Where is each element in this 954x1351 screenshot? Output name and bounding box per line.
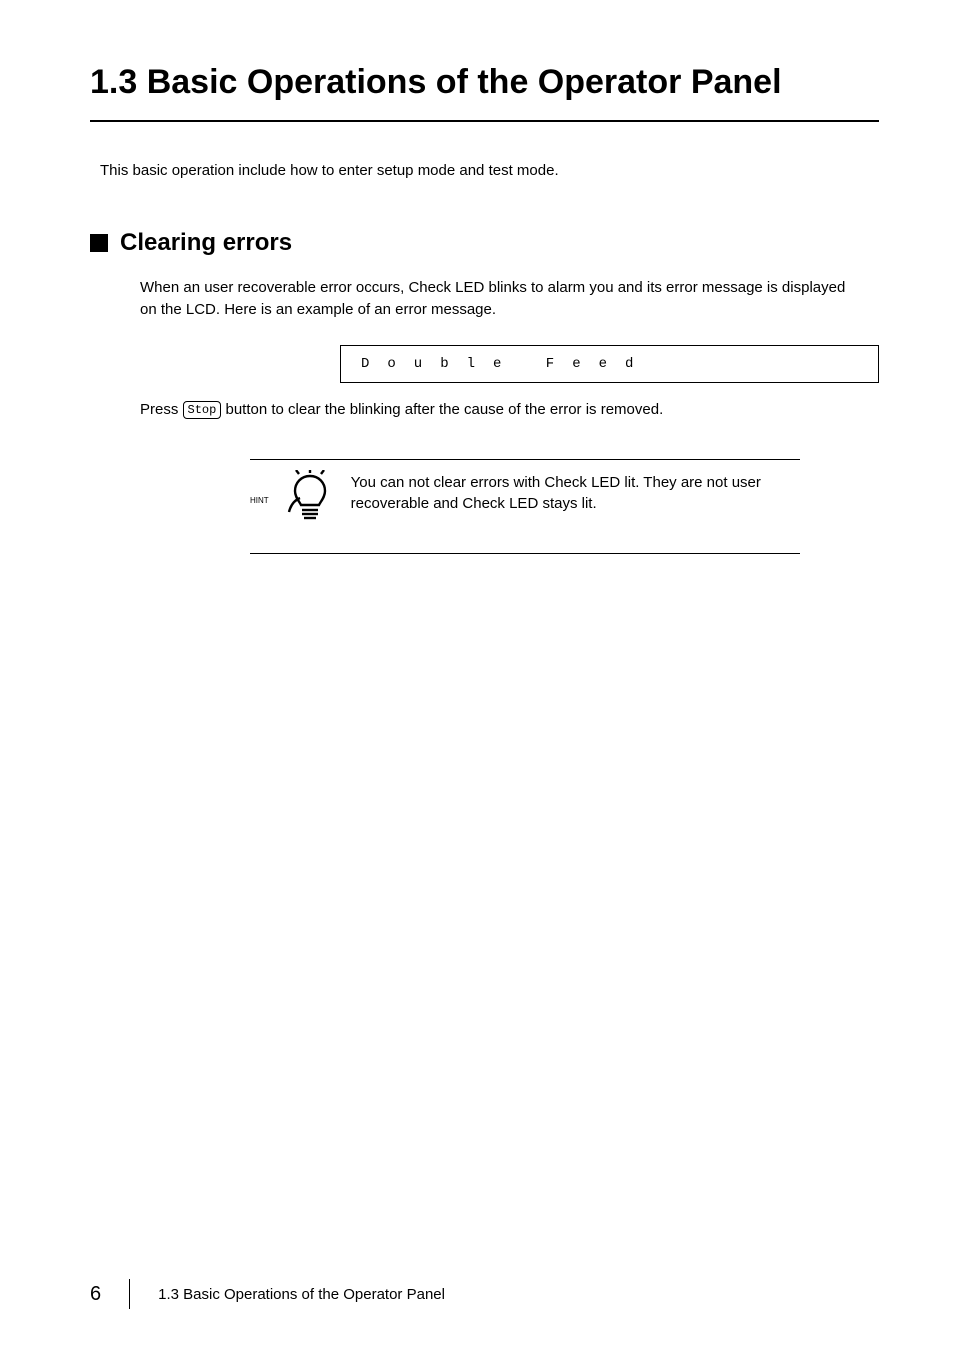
section-bullet-icon bbox=[90, 234, 108, 252]
stop-button-label: Stop bbox=[183, 401, 222, 419]
page-title: 1.3 Basic Operations of the Operator Pan… bbox=[90, 60, 879, 104]
section-heading: Clearing errors bbox=[120, 229, 292, 257]
hint-label: HINT bbox=[250, 496, 269, 505]
lcd-display: Double Feed bbox=[340, 345, 879, 383]
page-number: 6 bbox=[90, 1283, 101, 1306]
document-page: 1.3 Basic Operations of the Operator Pan… bbox=[0, 0, 954, 1351]
lightbulb-icon bbox=[287, 470, 333, 531]
section-paragraph-1: When an user recoverable error occurs, C… bbox=[140, 277, 859, 321]
press-before-text: Press bbox=[140, 401, 183, 418]
press-line: Press Stop button to clear the blinking … bbox=[140, 401, 879, 419]
hint-text: You can not clear errors with Check LED … bbox=[351, 470, 800, 516]
lcd-display-wrap: Double Feed bbox=[340, 345, 879, 383]
hint-inner: HINT You can not clear errors with Check… bbox=[250, 459, 800, 554]
footer-text: 1.3 Basic Operations of the Operator Pan… bbox=[158, 1286, 445, 1303]
page-footer: 6 1.3 Basic Operations of the Operator P… bbox=[90, 1279, 445, 1309]
title-divider bbox=[90, 120, 879, 122]
hint-block: HINT You can not clear errors with Check… bbox=[250, 459, 800, 554]
section-heading-row: Clearing errors bbox=[90, 229, 879, 257]
footer-divider bbox=[129, 1279, 130, 1309]
intro-text: This basic operation include how to ente… bbox=[100, 162, 879, 179]
press-after-text: button to clear the blinking after the c… bbox=[226, 401, 664, 418]
